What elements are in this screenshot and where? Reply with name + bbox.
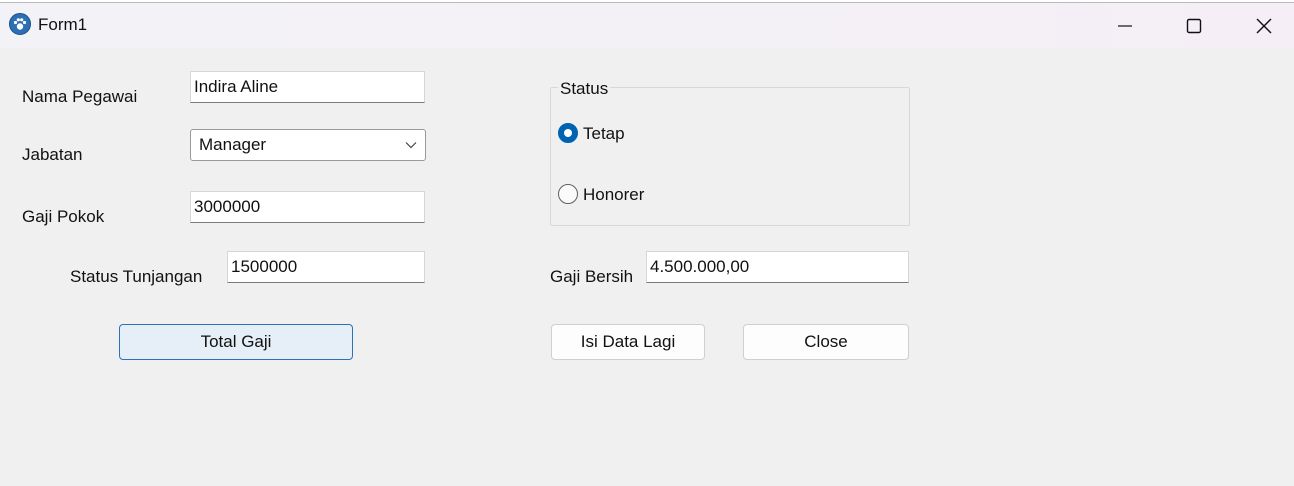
close-icon (1256, 18, 1272, 33)
gaji-pokok-input[interactable]: 3000000 (190, 191, 425, 223)
nama-pegawai-input[interactable]: Indira Aline (190, 71, 425, 103)
status-groupbox (550, 87, 910, 226)
minimize-icon (1118, 24, 1132, 27)
status-tunjangan-input[interactable]: 1500000 (227, 251, 425, 283)
gaji-bersih-label: Gaji Bersih (550, 267, 634, 286)
title-bar[interactable]: Form1 (0, 3, 1294, 48)
tetap-radio[interactable] (558, 123, 578, 143)
minimize-button[interactable] (1090, 3, 1160, 48)
status-tunjangan-label: Status Tunjangan (70, 267, 203, 286)
jabatan-select[interactable]: Manager (190, 129, 426, 161)
total-gaji-button[interactable]: Total Gaji (119, 324, 353, 360)
jabatan-label: Jabatan (22, 145, 83, 164)
gaji-bersih-output[interactable]: 4.500.000,00 (646, 251, 909, 283)
jabatan-selected-value: Manager (199, 135, 267, 154)
maximize-icon (1186, 18, 1202, 33)
close-button[interactable]: Close (743, 324, 909, 360)
window-title: Form1 (38, 15, 88, 34)
form1-window: Form1 Nama Pegawai Indira Aline Jabatan … (0, 2, 1294, 486)
status-group-title: Status (558, 79, 611, 99)
gaji-pokok-label: Gaji Pokok (22, 207, 105, 226)
maximize-button[interactable] (1159, 3, 1229, 48)
isi-data-lagi-button[interactable]: Isi Data Lagi (551, 324, 705, 360)
close-window-button[interactable] (1229, 3, 1294, 48)
tetap-radio-label[interactable]: Tetap (583, 124, 625, 144)
paw-app-icon (9, 13, 31, 35)
chevron-down-icon (405, 142, 417, 149)
nama-pegawai-label: Nama Pegawai (22, 87, 138, 106)
honorer-radio-label[interactable]: Honorer (583, 185, 644, 205)
honorer-radio[interactable] (558, 184, 578, 204)
